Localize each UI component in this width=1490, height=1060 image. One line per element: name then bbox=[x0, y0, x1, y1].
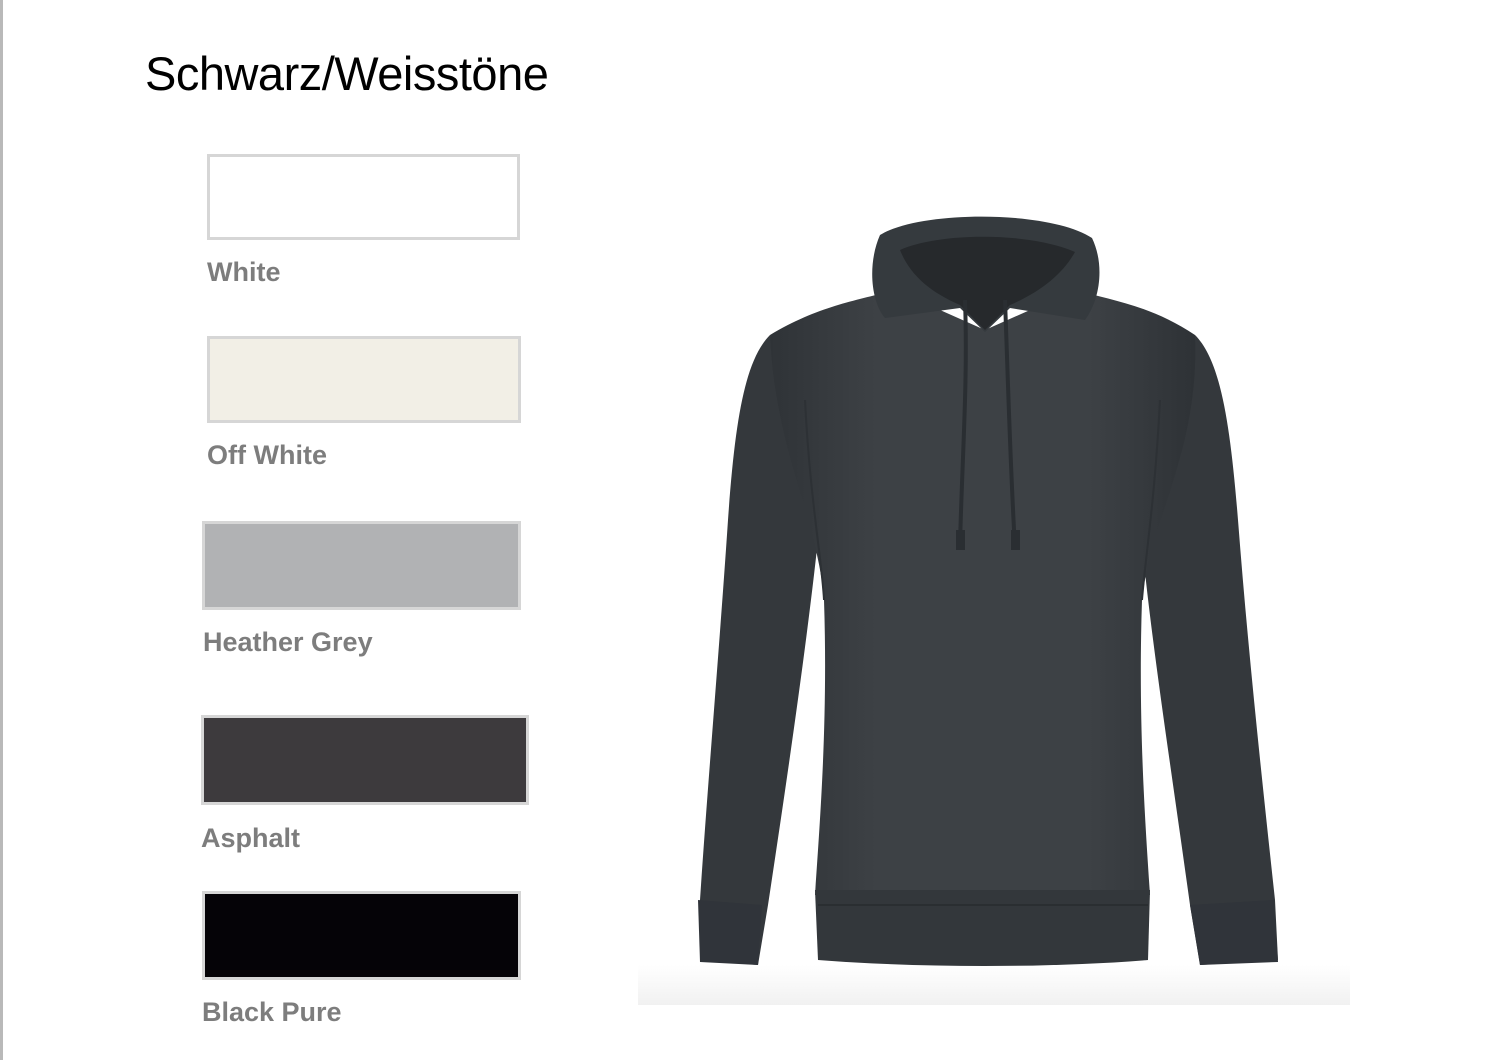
swatch-label-asphalt: Asphalt bbox=[201, 823, 301, 853]
swatch-off-white[interactable] bbox=[207, 336, 521, 423]
swatch-label-white: White bbox=[207, 257, 281, 287]
swatch-label-off-white: Off White bbox=[207, 440, 327, 470]
page-title: Schwarz/Weisstöne bbox=[145, 47, 549, 100]
hoodie-icon bbox=[698, 216, 1278, 966]
cropped-label-top bbox=[250, 134, 290, 142]
swatch-heather-grey[interactable] bbox=[202, 521, 521, 610]
cropped-label-middle bbox=[215, 318, 355, 326]
swatch-asphalt[interactable] bbox=[201, 715, 529, 805]
swatch-black-pure[interactable] bbox=[202, 891, 521, 980]
swatch-label-heather-grey: Heather Grey bbox=[203, 627, 373, 657]
page-left-border bbox=[0, 0, 3, 1060]
swatch-white[interactable] bbox=[207, 154, 520, 240]
swatch-label-black-pure: Black Pure bbox=[202, 997, 342, 1027]
